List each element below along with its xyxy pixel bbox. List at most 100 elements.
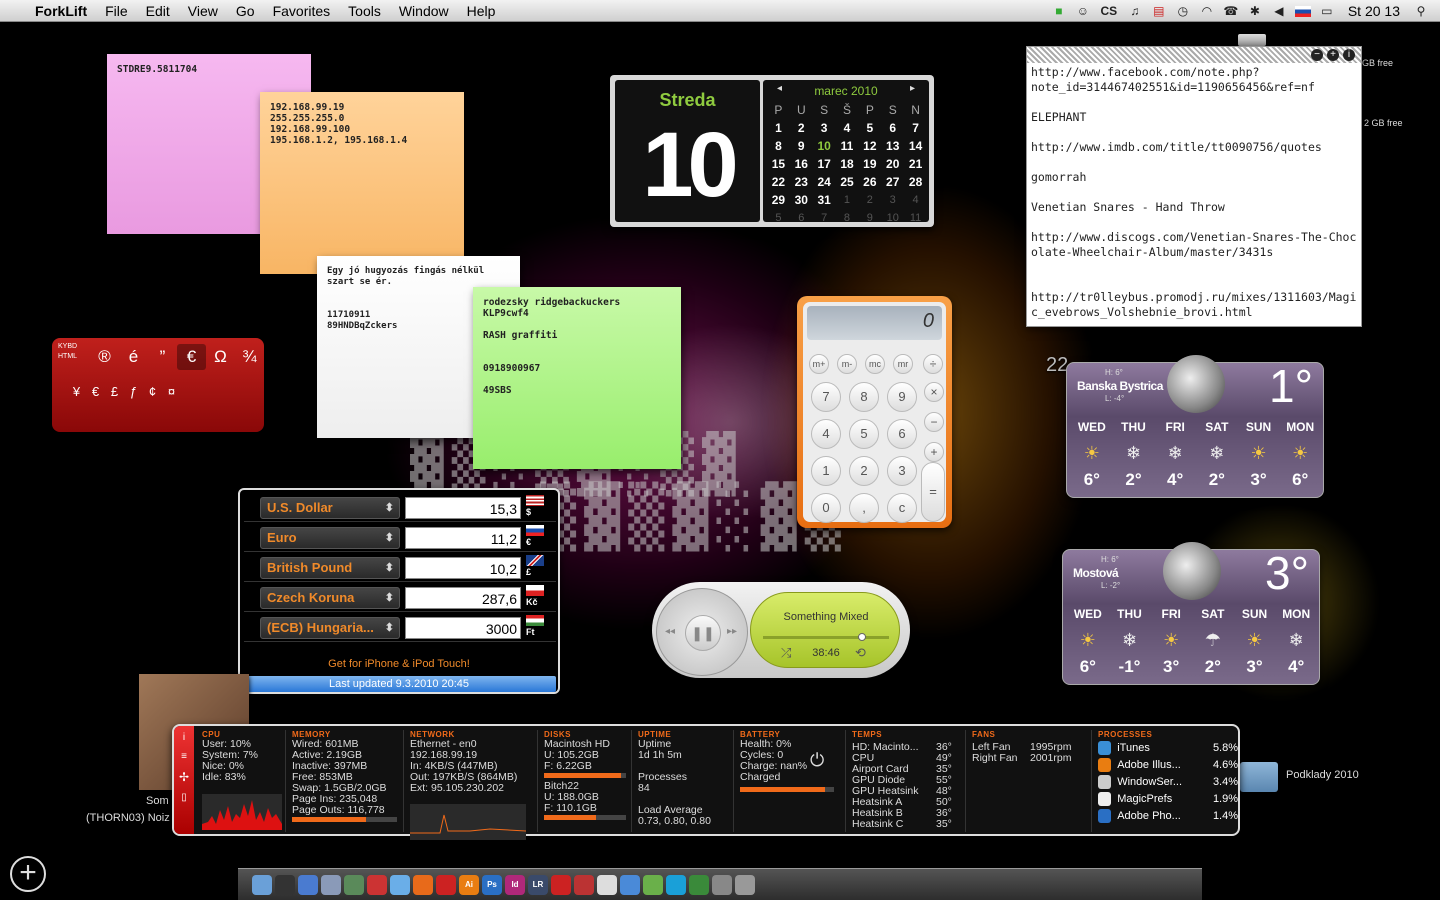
trash-dock-icon[interactable]	[735, 874, 755, 895]
calendar-day-cell[interactable]: 1	[836, 192, 859, 209]
calendar-day-cell[interactable]: 19	[858, 156, 881, 173]
calendar-day-cell[interactable]: 2	[790, 120, 813, 137]
flag-icon[interactable]: ▤	[1150, 3, 1168, 19]
menubar-clock[interactable]: St 20 13	[1339, 0, 1409, 22]
calc-memory-key[interactable]: m+	[809, 354, 829, 374]
menu-file[interactable]: File	[96, 0, 137, 22]
calendar-day-cell[interactable]: 14	[904, 138, 927, 155]
calendar-day-cell[interactable]: 5	[858, 120, 881, 137]
calendar-day-cell[interactable]: 28	[904, 174, 927, 191]
calendar-day-cell[interactable]: 12	[858, 138, 881, 155]
desktop-item-label-2[interactable]: (THORN03) Noiz	[86, 812, 170, 824]
calendar-day-cell[interactable]: 4	[836, 120, 859, 137]
itunes-widget[interactable]: ◂◂ ❚❚ ▸▸ Something Mixed ⤮ 38:46 ⟲	[652, 582, 910, 678]
ascii-char-key[interactable]: ¥	[67, 384, 86, 399]
calc-digit-key[interactable]: c	[887, 493, 917, 523]
calendar-day-cell[interactable]: 27	[881, 174, 904, 191]
folder-icon[interactable]	[1240, 762, 1278, 792]
calendar-day-cell[interactable]: 5	[767, 210, 790, 227]
ascii-char-key[interactable]: ®	[90, 344, 119, 370]
ascii-char-key[interactable]: €	[86, 384, 105, 399]
currency-amount-input[interactable]: 15,3	[405, 497, 521, 519]
calc-digit-key[interactable]: ,	[849, 493, 879, 523]
text-notes-widget[interactable]: − + i http://www.facebook.com/note.php? …	[1026, 46, 1362, 327]
ascii-char-key[interactable]: ¤	[162, 384, 181, 399]
calendar-next-icon[interactable]: ▸	[910, 83, 915, 94]
cs-menu[interactable]: CS	[1098, 3, 1120, 19]
textedit-dock-icon[interactable]	[597, 874, 617, 895]
currency-select[interactable]: Euro	[260, 527, 400, 549]
istat-tabs[interactable]: i ≡ ✢ ▯	[174, 726, 194, 834]
currency-select[interactable]: U.S. Dollar	[260, 497, 400, 519]
weather-widget-mostova[interactable]: H: 6° Mostová L: -2° 3° WED THU FRI SAT SUN MON ☀ ❄…	[1062, 542, 1320, 685]
calendar-day-cell[interactable]: 13	[881, 138, 904, 155]
calc-digit-key[interactable]: 2	[849, 456, 879, 486]
wifi-icon[interactable]: ◠	[1198, 3, 1216, 19]
ps-dock-icon[interactable]: Ps	[482, 874, 502, 895]
bluetooth-icon[interactable]: ✱	[1246, 3, 1264, 19]
currency-amount-input[interactable]: 11,2	[405, 527, 521, 549]
calc-operator-key[interactable]: ÷	[923, 354, 943, 374]
calendar-day-cell[interactable]: 16	[790, 156, 813, 173]
ascii-char-key[interactable]: ¢	[143, 384, 162, 399]
calendar-day-cell[interactable]: 29	[767, 192, 790, 209]
battery-icon[interactable]: ▯	[174, 792, 194, 803]
ascii-char-key[interactable]: é	[119, 344, 148, 370]
pdf-dock-icon[interactable]	[574, 874, 594, 895]
calendar-day-cell[interactable]: 6	[881, 120, 904, 137]
calendar-day-cell[interactable]: 9	[858, 210, 881, 227]
minus-icon[interactable]: −	[1311, 49, 1323, 61]
ascii-char-key[interactable]: €	[177, 344, 206, 370]
id-dock-icon[interactable]: Id	[505, 874, 525, 895]
calc-digit-key[interactable]: 6	[887, 419, 917, 449]
calc-operator-key[interactable]: −	[924, 412, 944, 432]
ascii-char-key[interactable]: ¾	[235, 344, 264, 370]
currency-amount-input[interactable]: 3000	[405, 617, 521, 639]
calc-operator-key[interactable]: ×	[924, 382, 944, 402]
notes-text[interactable]: http://www.facebook.com/note.php? note_i…	[1027, 63, 1361, 322]
menu-tools[interactable]: Tools	[339, 0, 390, 22]
info-icon[interactable]: i	[1343, 49, 1355, 61]
ascii-char-key[interactable]: ƒ	[124, 384, 143, 399]
calc-operator-key[interactable]: +	[924, 442, 944, 462]
calendar-day-cell[interactable]: 23	[790, 174, 813, 191]
calc-memory-key[interactable]: mr	[893, 354, 913, 374]
fan-icon[interactable]: ✢	[174, 770, 194, 784]
calendar-day-cell[interactable]: 4	[904, 192, 927, 209]
calendar-day-cell[interactable]: 24	[813, 174, 836, 191]
calendar-day-cell[interactable]: 11	[904, 210, 927, 227]
evernote-icon[interactable]: ■	[1050, 3, 1068, 19]
tab-icon[interactable]: i	[174, 732, 194, 743]
desktop-item-label[interactable]: Som	[146, 795, 169, 807]
photo-dock-icon[interactable]	[344, 874, 364, 895]
itunes-control-wheel[interactable]: ◂◂ ❚❚ ▸▸	[656, 588, 748, 676]
currency-amount-input[interactable]: 287,6	[405, 587, 521, 609]
dashboard-add-widget-icon[interactable]: +	[10, 856, 46, 892]
ascii-char-key[interactable]: £	[105, 384, 124, 399]
ai-dock-icon[interactable]: Ai	[459, 874, 479, 895]
calendar-day-cell[interactable]: 31	[813, 192, 836, 209]
calendar-day-cell[interactable]: 6	[790, 210, 813, 227]
acrobat-dock-icon[interactable]	[551, 874, 571, 895]
calendar-day-cell[interactable]: 20	[881, 156, 904, 173]
plus-icon[interactable]: +	[1327, 49, 1339, 61]
stats-icon[interactable]: ≡	[174, 751, 194, 762]
calendar-day-cell[interactable]: 3	[881, 192, 904, 209]
adium-dock-icon[interactable]	[689, 874, 709, 895]
calendar-day-cell[interactable]: 7	[904, 120, 927, 137]
calendar-day-cell[interactable]: 11	[836, 138, 859, 155]
folder-label[interactable]: Podklady 2010	[1286, 769, 1359, 781]
menu-favorites[interactable]: Favorites	[264, 0, 340, 22]
safari-dock-icon[interactable]	[298, 874, 318, 895]
calc-digit-key[interactable]: 3	[887, 456, 917, 486]
ichat-dock-icon[interactable]	[643, 874, 663, 895]
pause-button[interactable]: ❚❚	[685, 615, 721, 651]
calculator-widget[interactable]: 0 m+ m-mc mr ÷ × − + = 7 8 9 4 5 6 1 2 3 0, c	[797, 296, 952, 528]
tab-html[interactable]: HTML	[58, 352, 77, 362]
calc-memory-key[interactable]: mc	[865, 354, 885, 374]
app-menu[interactable]: ForkLift	[26, 0, 96, 22]
phone-icon[interactable]: ☎	[1222, 3, 1240, 19]
calendar-day-cell[interactable]: 17	[813, 156, 836, 173]
battery-icon[interactable]: ▭	[1318, 3, 1336, 19]
calc-digit-key[interactable]: 9	[887, 382, 917, 412]
